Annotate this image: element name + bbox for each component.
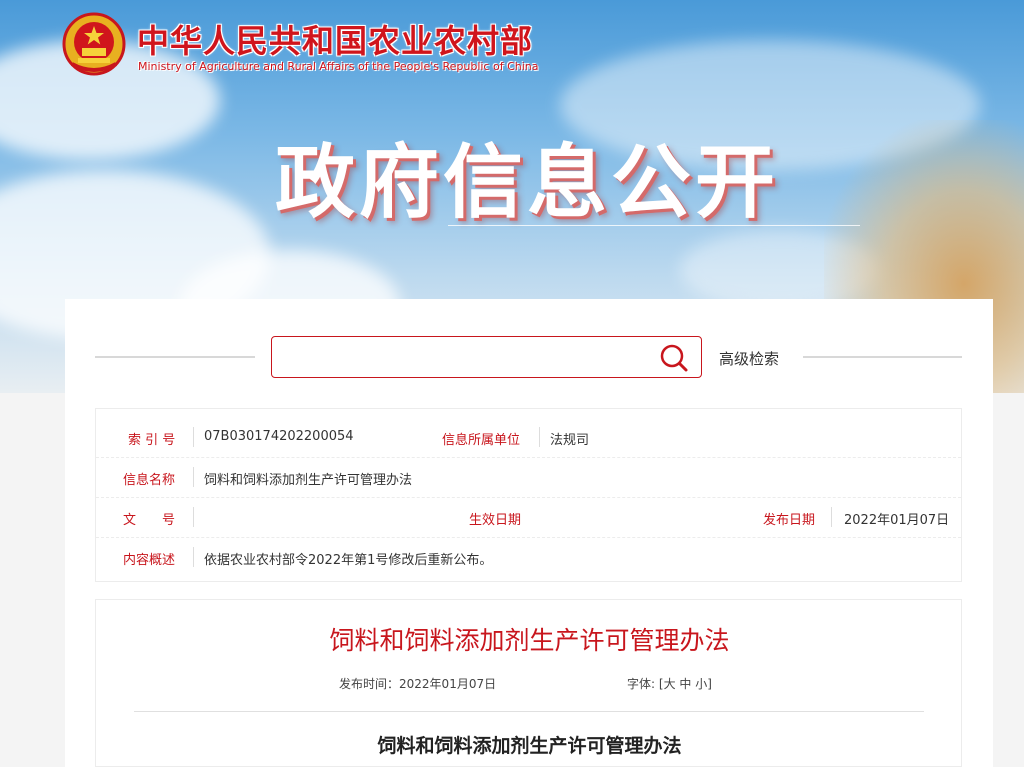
index-label: 索 引 号 (128, 433, 176, 448)
publish-time: 发布时间：2022年01月07日 (339, 675, 496, 692)
column-separator (539, 427, 540, 447)
publish-date-value: 2022年01月07日 (844, 513, 950, 528)
ministry-name-en: Ministry of Agriculture and Rural Affair… (138, 60, 539, 73)
font-size-selector: 字体: [大 中 小] (627, 675, 712, 692)
info-row-index: 索 引 号 07B030174202200054 信息所属单位 法规司 (96, 417, 961, 458)
publish-time-label: 发布时间： (339, 677, 400, 691)
column-separator (193, 467, 194, 487)
name-value: 饲料和饲料添加剂生产许可管理办法 (204, 473, 413, 488)
column-separator (831, 507, 832, 527)
font-small-button[interactable]: 小 (695, 677, 707, 691)
info-row-summary: 内容概述 依据农业农村部令2022年第1号修改后重新公布。 (96, 537, 961, 577)
search-input-field[interactable] (282, 345, 646, 371)
column-separator (193, 547, 194, 567)
search-decor-line-right (803, 356, 962, 358)
column-separator (193, 427, 194, 447)
name-label: 信息名称 (123, 473, 176, 488)
article-divider (134, 711, 924, 712)
info-row-name: 信息名称 饲料和饲料添加剂生产许可管理办法 (96, 457, 961, 498)
doc-number-label: 文 号 (123, 513, 176, 528)
font-bracket-close: ] (707, 677, 712, 691)
info-row-doc: 文 号 生效日期 发布日期 2022年01月07日 (96, 497, 961, 538)
unit-label: 信息所属单位 (442, 433, 521, 448)
banner-divider (448, 225, 860, 226)
font-medium-button[interactable]: 中 (679, 677, 691, 691)
info-table: 索 引 号 07B030174202200054 信息所属单位 法规司 信息名称… (95, 408, 962, 582)
unit-value: 法规司 (550, 433, 590, 448)
search-icon[interactable] (659, 343, 689, 373)
search-input[interactable] (271, 336, 702, 378)
article-title: 饲料和饲料添加剂生产许可管理办法 (329, 626, 730, 655)
column-separator (193, 507, 194, 527)
national-emblem-icon (62, 12, 126, 76)
summary-label: 内容概述 (123, 553, 176, 568)
search-decor-line-left (95, 356, 255, 358)
effective-date-label: 生效日期 (469, 513, 522, 528)
font-size-label: 字体: (627, 677, 656, 691)
summary-value: 依据农业农村部令2022年第1号修改后重新公布。 (204, 553, 493, 568)
article-subtitle: 饲料和饲料添加剂生产许可管理办法 (377, 735, 682, 757)
publish-time-value: 2022年01月07日 (399, 677, 497, 691)
index-value: 07B030174202200054 (204, 429, 354, 444)
article-section: 饲料和饲料添加剂生产许可管理办法 发布时间：2022年01月07日 字体: [大… (95, 599, 962, 767)
advanced-search-link[interactable]: 高级检索 (719, 348, 779, 369)
publish-date-label: 发布日期 (763, 513, 816, 528)
font-large-button[interactable]: 大 (664, 677, 676, 691)
banner-title: 政府信息公开 (275, 136, 779, 229)
ministry-name-cn: 中华人民共和国农业农村部 (137, 22, 534, 60)
